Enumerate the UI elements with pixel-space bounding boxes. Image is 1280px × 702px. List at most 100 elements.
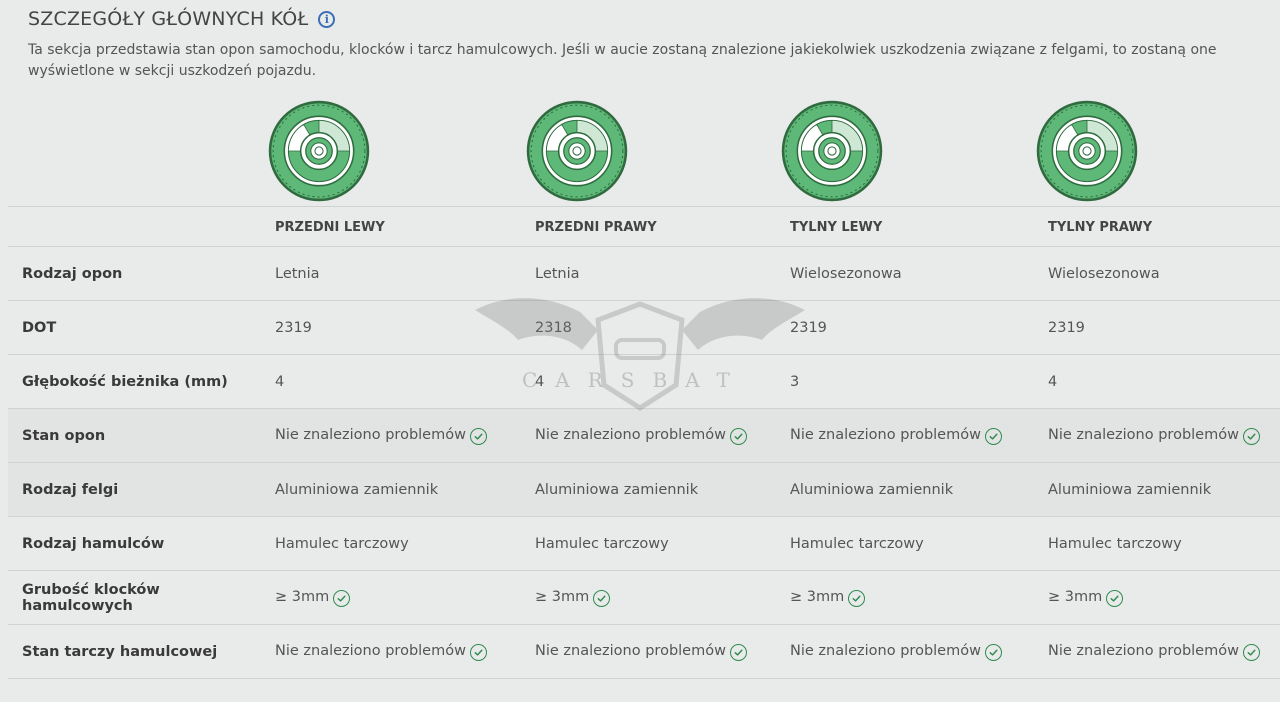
cell-front-left: Nie znaleziono problemów — [263, 408, 523, 463]
check-circle-icon — [848, 589, 866, 607]
cell-value: Letnia — [535, 265, 580, 282]
table-row: Grubość klocków hamulcowych ≥ 3mm ≥ 3mm ≥ 3… — [8, 570, 1280, 625]
cell-rear-right: Nie znaleziono problemów — [1036, 624, 1280, 679]
cell-value: ≥ 3mm — [535, 588, 590, 605]
cell-value: Aluminiowa zamiennik — [535, 481, 699, 498]
table-row: Rodzaj felgi Aluminiowa zamiennik Aluminio… — [8, 462, 1280, 517]
cell-value: Letnia — [275, 265, 320, 282]
cell-rear-right: 4 — [1036, 354, 1280, 409]
cell-rear-right: Aluminiowa zamiennik — [1036, 462, 1280, 517]
row-label: DOT — [8, 300, 263, 355]
column-header-front-right: PRZEDNI PRAWY — [523, 206, 778, 247]
row-label: Głębokość bieżnika (mm) — [8, 354, 263, 409]
cell-value: Aluminiowa zamiennik — [275, 481, 439, 498]
cell-front-left: Hamulec tarczowy — [263, 516, 523, 571]
cell-value: 2318 — [535, 319, 572, 336]
column-header-rear-right: TYLNY PRAWY — [1036, 206, 1280, 247]
cell-rear-right: ≥ 3mm — [1036, 570, 1280, 625]
check-circle-icon — [469, 427, 487, 445]
section-header: SZCZEGÓŁY GŁÓWNYCH KÓŁ i Ta sekcja przed… — [28, 6, 1268, 82]
header-corner — [8, 206, 263, 247]
cell-rear-right: Wielosezonowa — [1036, 246, 1280, 301]
title-row: SZCZEGÓŁY GŁÓWNYCH KÓŁ i — [28, 6, 1268, 32]
cell-value: Nie znaleziono problemów — [790, 426, 981, 443]
cell-value: Hamulec tarczowy — [790, 535, 924, 552]
cell-value: 2319 — [1048, 319, 1085, 336]
cell-rear-left: 3 — [778, 354, 1036, 409]
row-label: Rodzaj hamulców — [8, 516, 263, 571]
cell-value: 4 — [1048, 373, 1058, 390]
row-label: Rodzaj felgi — [8, 462, 263, 517]
cell-front-left: Aluminiowa zamiennik — [263, 462, 523, 517]
cell-rear-left: Hamulec tarczowy — [778, 516, 1036, 571]
table-row: Rodzaj opon Letnia Letnia Wielosezonowa Wiel… — [8, 246, 1280, 301]
cell-front-left: Letnia — [263, 246, 523, 301]
cell-rear-right: Hamulec tarczowy — [1036, 516, 1280, 571]
cell-rear-right: Nie znaleziono problemów — [1036, 408, 1280, 463]
column-header-front-left: PRZEDNI LEWY — [263, 206, 523, 247]
cell-front-right: Aluminiowa zamiennik — [523, 462, 778, 517]
check-circle-icon — [593, 589, 611, 607]
cell-value: Nie znaleziono problemów — [275, 426, 466, 443]
cell-rear-left: Nie znaleziono problemów — [778, 408, 1036, 463]
row-label: Stan opon — [8, 408, 263, 463]
cell-value: 4 — [275, 373, 285, 390]
cell-front-right: ≥ 3mm — [523, 570, 778, 625]
column-header-rear-left: TYLNY LEWY — [778, 206, 1036, 247]
row-label: Grubość klocków hamulcowych — [8, 570, 263, 625]
cell-value: Nie znaleziono problemów — [535, 426, 726, 443]
cell-front-left: 2319 — [263, 300, 523, 355]
cell-value: Hamulec tarczowy — [535, 535, 669, 552]
cell-value: 3 — [790, 373, 800, 390]
cell-value: Nie znaleziono problemów — [535, 642, 726, 659]
row-label: Stan tarczy hamulcowej — [8, 624, 263, 679]
wheel-icon — [781, 100, 883, 202]
cell-front-left: Nie znaleziono problemów — [263, 624, 523, 679]
cell-value: Hamulec tarczowy — [1048, 535, 1182, 552]
cell-front-left: 4 — [263, 354, 523, 409]
check-circle-icon — [984, 427, 1002, 445]
table-header-row: PRZEDNI LEWY PRZEDNI PRAWY TYLNY LEWY TY… — [8, 206, 1280, 247]
cell-value: Nie znaleziono problemów — [1048, 426, 1239, 443]
cell-front-right: Nie znaleziono problemów — [523, 408, 778, 463]
cell-front-right: Letnia — [523, 246, 778, 301]
check-circle-icon — [1242, 643, 1260, 661]
table-row: Stan tarczy hamulcowej Nie znaleziono pro… — [8, 624, 1280, 679]
cell-front-left: ≥ 3mm — [263, 570, 523, 625]
row-label: Rodzaj opon — [8, 246, 263, 301]
check-circle-icon — [729, 643, 747, 661]
check-circle-icon — [1106, 589, 1124, 607]
cell-value: Aluminiowa zamiennik — [790, 481, 954, 498]
wheels-row — [0, 98, 1280, 206]
check-circle-icon — [729, 427, 747, 445]
cell-value: Aluminiowa zamiennik — [1048, 481, 1212, 498]
cell-rear-left: Aluminiowa zamiennik — [778, 462, 1036, 517]
info-icon[interactable]: i — [318, 10, 336, 28]
table-row: Stan opon Nie znaleziono problemów Nie zna… — [8, 408, 1280, 463]
cell-front-right: 4 — [523, 354, 778, 409]
check-circle-icon — [333, 589, 351, 607]
wheel-icon — [1036, 100, 1138, 202]
wheel-icon — [268, 100, 370, 202]
cell-rear-left: Nie znaleziono problemów — [778, 624, 1036, 679]
page-title: SZCZEGÓŁY GŁÓWNYCH KÓŁ — [28, 8, 309, 30]
wheel-details-table: PRZEDNI LEWY PRZEDNI PRAWY TYLNY LEWY TY… — [8, 206, 1280, 679]
cell-value: ≥ 3mm — [275, 588, 330, 605]
table-row: Głębokość bieżnika (mm) 4 4 3 4 — [8, 354, 1280, 409]
cell-front-right: Nie znaleziono problemów — [523, 624, 778, 679]
cell-rear-left: ≥ 3mm — [778, 570, 1036, 625]
check-circle-icon — [1242, 427, 1260, 445]
table-row: Rodzaj hamulców Hamulec tarczowy Hamulec t… — [8, 516, 1280, 571]
cell-value: 2319 — [275, 319, 312, 336]
wheel-icon — [526, 100, 628, 202]
cell-value: ≥ 3mm — [1048, 588, 1103, 605]
cell-value: Nie znaleziono problemów — [790, 642, 981, 659]
cell-front-right: 2318 — [523, 300, 778, 355]
cell-value: Hamulec tarczowy — [275, 535, 409, 552]
cell-value: 4 — [535, 373, 545, 390]
cell-value: Wielosezonowa — [790, 265, 902, 282]
cell-value: ≥ 3mm — [790, 588, 845, 605]
cell-value: Nie znaleziono problemów — [1048, 642, 1239, 659]
cell-rear-left: 2319 — [778, 300, 1036, 355]
cell-value: Wielosezonowa — [1048, 265, 1160, 282]
